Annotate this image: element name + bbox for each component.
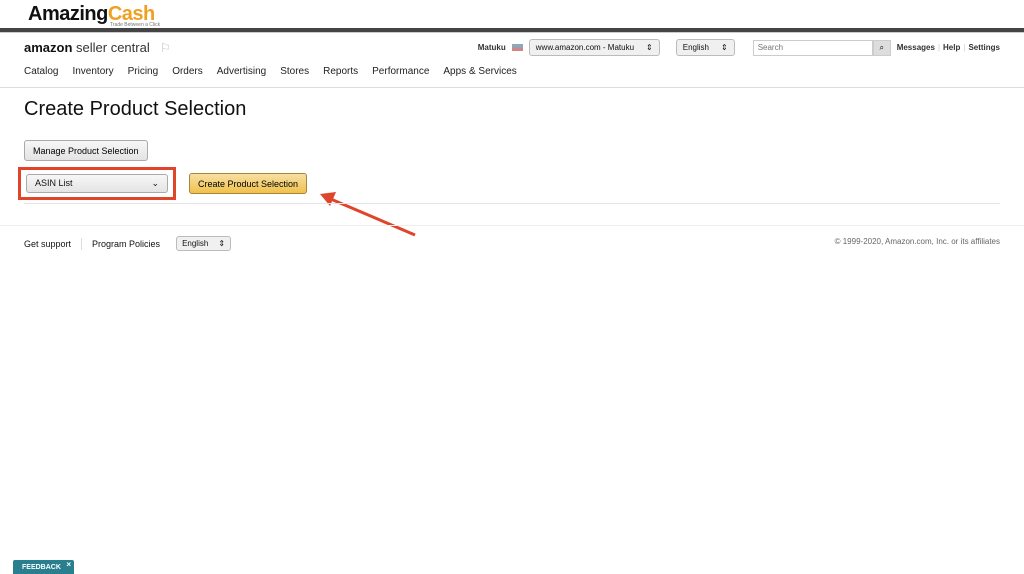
nav-apps-services[interactable]: Apps & Services <box>443 66 516 87</box>
search-icon: ⌕ <box>879 42 884 52</box>
updown-icon: ⇕ <box>720 43 728 52</box>
main-nav: Catalog Inventory Pricing Orders Adverti… <box>0 62 1024 88</box>
copyright: © 1999-2020, Amazon.com, Inc. or its aff… <box>834 237 1000 246</box>
get-support-link[interactable]: Get support <box>24 239 71 249</box>
us-flag-icon <box>511 44 523 51</box>
help-link[interactable]: Help <box>943 43 960 52</box>
nav-inventory[interactable]: Inventory <box>72 66 113 87</box>
page-title: Create Product Selection <box>24 98 247 120</box>
program-policies-link[interactable]: Program Policies <box>92 239 160 249</box>
annotation-arrow-icon <box>320 192 416 237</box>
footer-divider <box>0 225 1024 226</box>
top-bar: amazon seller central ⚐ Matuku www.amazo… <box>0 32 1024 62</box>
selection-type-dropdown[interactable]: ASIN List ⌄ <box>26 174 168 193</box>
language-select[interactable]: English ⇕ <box>675 39 735 56</box>
divider <box>24 203 1000 204</box>
updown-icon: ⇕ <box>646 43 653 52</box>
nav-orders[interactable]: Orders <box>172 66 203 87</box>
flag-icon[interactable]: ⚐ <box>160 41 171 55</box>
search-input[interactable] <box>752 39 873 56</box>
nav-catalog[interactable]: Catalog <box>24 66 58 87</box>
chevron-down-icon: ⌄ <box>151 178 159 188</box>
nav-performance[interactable]: Performance <box>372 66 429 87</box>
nav-pricing[interactable]: Pricing <box>128 66 159 87</box>
footer: Get support Program Policies English ⇕ <box>24 236 232 251</box>
nav-advertising[interactable]: Advertising <box>217 66 266 87</box>
manage-product-selection-button[interactable]: Manage Product Selection <box>24 140 148 161</box>
marketplace-select[interactable]: www.amazon.com - Matuku ⇕ <box>528 39 660 56</box>
messages-link[interactable]: Messages <box>897 43 935 52</box>
search-button[interactable]: ⌕ <box>872 39 891 56</box>
highlight-box: ASIN List ⌄ <box>18 167 176 200</box>
search-box: ⌕ <box>752 39 891 56</box>
updown-icon: ⇕ <box>218 239 226 248</box>
close-icon[interactable]: × <box>66 560 71 569</box>
settings-link[interactable]: Settings <box>968 43 1000 52</box>
nav-reports[interactable]: Reports <box>323 66 358 87</box>
seller-central-logo[interactable]: amazon seller central <box>24 40 150 55</box>
feedback-button[interactable]: FEEDBACK × <box>13 560 74 574</box>
header-links: Messages | Help | Settings <box>896 43 1000 52</box>
brand-tagline: Trade Between a Click <box>110 22 161 28</box>
brand-bar: AmazingCash Trade Between a Click <box>0 0 1024 32</box>
user-name: Matuku <box>477 43 506 52</box>
nav-stores[interactable]: Stores <box>280 66 309 87</box>
create-product-selection-button[interactable]: Create Product Selection <box>189 173 308 194</box>
footer-language-select[interactable]: English ⇕ <box>176 236 232 251</box>
